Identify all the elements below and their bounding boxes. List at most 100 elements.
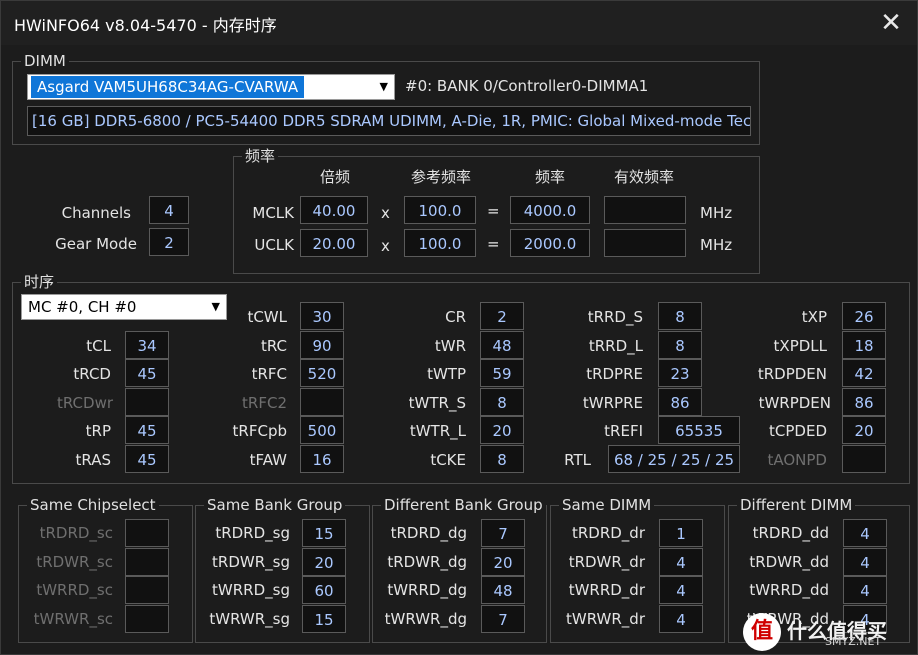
timing-label: tRDRD_sc xyxy=(39,524,113,542)
timing-label: CR xyxy=(445,308,466,326)
uclk-label: UCLK xyxy=(254,236,294,254)
timing-value: 20 xyxy=(480,416,524,444)
timing-value: 45 xyxy=(125,359,169,387)
timing-value: 16 xyxy=(300,445,344,473)
same-dimm-group: Same DIMM tRDRD_dr 1 tRDWR_dr 4 tWRRD_dr… xyxy=(550,495,725,643)
timing-value: 20 xyxy=(302,548,346,576)
timing-label: tWRRD_dr xyxy=(568,581,645,599)
timing-value: 15 xyxy=(302,519,346,547)
timing-label: tCPDED xyxy=(769,422,827,440)
timing-value xyxy=(842,445,886,473)
dimm-module-select[interactable]: Asgard VAM5UH68C34AG-CVARWA ▼ xyxy=(27,74,395,100)
timing-value xyxy=(125,519,169,547)
timing-label: tRC xyxy=(260,337,287,355)
gear-mode-value: 2 xyxy=(149,228,189,256)
uclk-times: x xyxy=(381,237,390,255)
same-chipselect-group: Same Chipselect tRDRD_sc tRDWR_sc tWRRD_… xyxy=(18,495,193,643)
mclk-freq: 4000.0 xyxy=(510,196,590,224)
timing-value: 30 xyxy=(300,302,344,330)
timing-value: 7 xyxy=(481,519,525,547)
timing-label: tWRWR_dg xyxy=(384,610,467,628)
timing-label: tCWL xyxy=(247,308,287,326)
timing-value: 4 xyxy=(843,519,887,547)
timing-value xyxy=(125,548,169,576)
timing-label: tRDWR_dg xyxy=(387,553,467,571)
timing-label: tCL xyxy=(86,337,111,355)
rtl-label: RTL xyxy=(564,451,591,469)
window-title: HWiNFO64 v8.04-5470 - 内存时序 xyxy=(14,16,277,35)
group-title: Different DIMM xyxy=(737,495,856,515)
timing-value xyxy=(125,605,169,633)
timing-label: tRDWR_dd xyxy=(749,553,829,571)
timing-value: 8 xyxy=(658,331,702,359)
watermark: 值 什么值得买 SMYZ.NET xyxy=(743,613,911,651)
dimm-group-label: DIMM xyxy=(21,51,69,71)
timing-value: 500 xyxy=(300,416,344,444)
frequency-group: 频率 倍频 参考频率 频率 有效频率 MCLK 40.00 x 100.0 = … xyxy=(233,146,760,274)
dimm-group: DIMM Asgard VAM5UH68C34AG-CVARWA ▼ #0: B… xyxy=(12,51,760,145)
timing-label: tWRRD_sc xyxy=(36,581,113,599)
timing-label: tRCD xyxy=(73,365,111,383)
timing-value: 23 xyxy=(658,359,702,387)
timing-label: tWR xyxy=(434,337,466,355)
ref-header: 参考频率 xyxy=(410,168,471,186)
timing-label: tRRD_L xyxy=(588,337,643,355)
timing-label: tRDWR_sg xyxy=(212,553,290,571)
timing-value: 48 xyxy=(481,576,525,604)
timing-value: 86 xyxy=(658,388,702,416)
different-bank-group-group: Different Bank Group tRDRD_dg 7 tRDWR_dg… xyxy=(372,495,547,643)
timing-value: 59 xyxy=(480,359,524,387)
uclk-mult: 20.00 xyxy=(300,229,368,257)
same-bank-group-group: Same Bank Group tRDRD_sg 15 tRDWR_sg 20 … xyxy=(195,495,370,643)
timing-label: tWRRD_dg xyxy=(387,581,467,599)
timing-label: tRDRD_dg xyxy=(390,524,467,542)
timing-label: tRDWR_dr xyxy=(568,553,645,571)
timing-value: 60 xyxy=(302,576,346,604)
timing-value xyxy=(125,576,169,604)
chevron-down-icon: ▼ xyxy=(379,80,388,93)
timing-label: tAONPD xyxy=(767,451,827,469)
timing-value: 34 xyxy=(125,331,169,359)
timing-label: tXPDLL xyxy=(773,337,827,355)
timing-label: tWTR_L xyxy=(409,422,466,440)
timing-label: tRAS xyxy=(75,451,111,469)
timing-value: 26 xyxy=(842,302,886,330)
timing-label: tRFC2 xyxy=(242,394,287,412)
timing-value: 4 xyxy=(659,576,703,604)
mclk-mult: 40.00 xyxy=(300,196,368,224)
timing-label: tWRWR_dr xyxy=(566,610,645,628)
channel-select[interactable]: MC #0, CH #0 ▼ xyxy=(21,294,227,320)
timing-label: tFAW xyxy=(249,451,287,469)
timing-label: tCKE xyxy=(430,451,466,469)
timing-value: 4 xyxy=(659,605,703,633)
timing-value: 15 xyxy=(302,605,346,633)
timing-label: tRDRD_dd xyxy=(752,524,829,542)
watermark-sub: SMYZ.NET xyxy=(825,635,882,648)
uclk-eff xyxy=(604,229,686,257)
timing-value: 1 xyxy=(659,519,703,547)
eff-header: 有效频率 xyxy=(613,168,674,186)
timing-label: tRFC xyxy=(251,365,287,383)
timing-value: 20 xyxy=(842,416,886,444)
timing-label: tRDWR_sc xyxy=(36,553,113,571)
channels-value: 4 xyxy=(149,196,189,224)
timing-label: tWRPRE xyxy=(582,394,643,412)
timing-value: 4 xyxy=(843,576,887,604)
timing-label: tRDRD_sg xyxy=(215,524,290,542)
timing-value xyxy=(300,388,344,416)
hwinfo-window: HWiNFO64 v8.04-5470 - 内存时序 ✕ DIMM Asgard… xyxy=(0,0,918,655)
channels-label: Channels xyxy=(61,204,131,222)
freq-header: 频率 xyxy=(534,168,565,186)
timing-value: 90 xyxy=(300,331,344,359)
timing-value: 8 xyxy=(480,388,524,416)
timing-value: 42 xyxy=(842,359,886,387)
timing-label: tRFCpb xyxy=(232,422,287,440)
timing-label: tWTP xyxy=(427,365,466,383)
timing-value: 8 xyxy=(480,445,524,473)
timing-label: tWRPDEN xyxy=(758,394,831,412)
timing-value: 45 xyxy=(125,445,169,473)
timing-label: tRRD_S xyxy=(587,308,643,326)
channel-selected: MC #0, CH #0 xyxy=(28,298,137,316)
timing-label: tRDPRE xyxy=(586,365,643,383)
close-icon[interactable]: ✕ xyxy=(869,5,913,41)
